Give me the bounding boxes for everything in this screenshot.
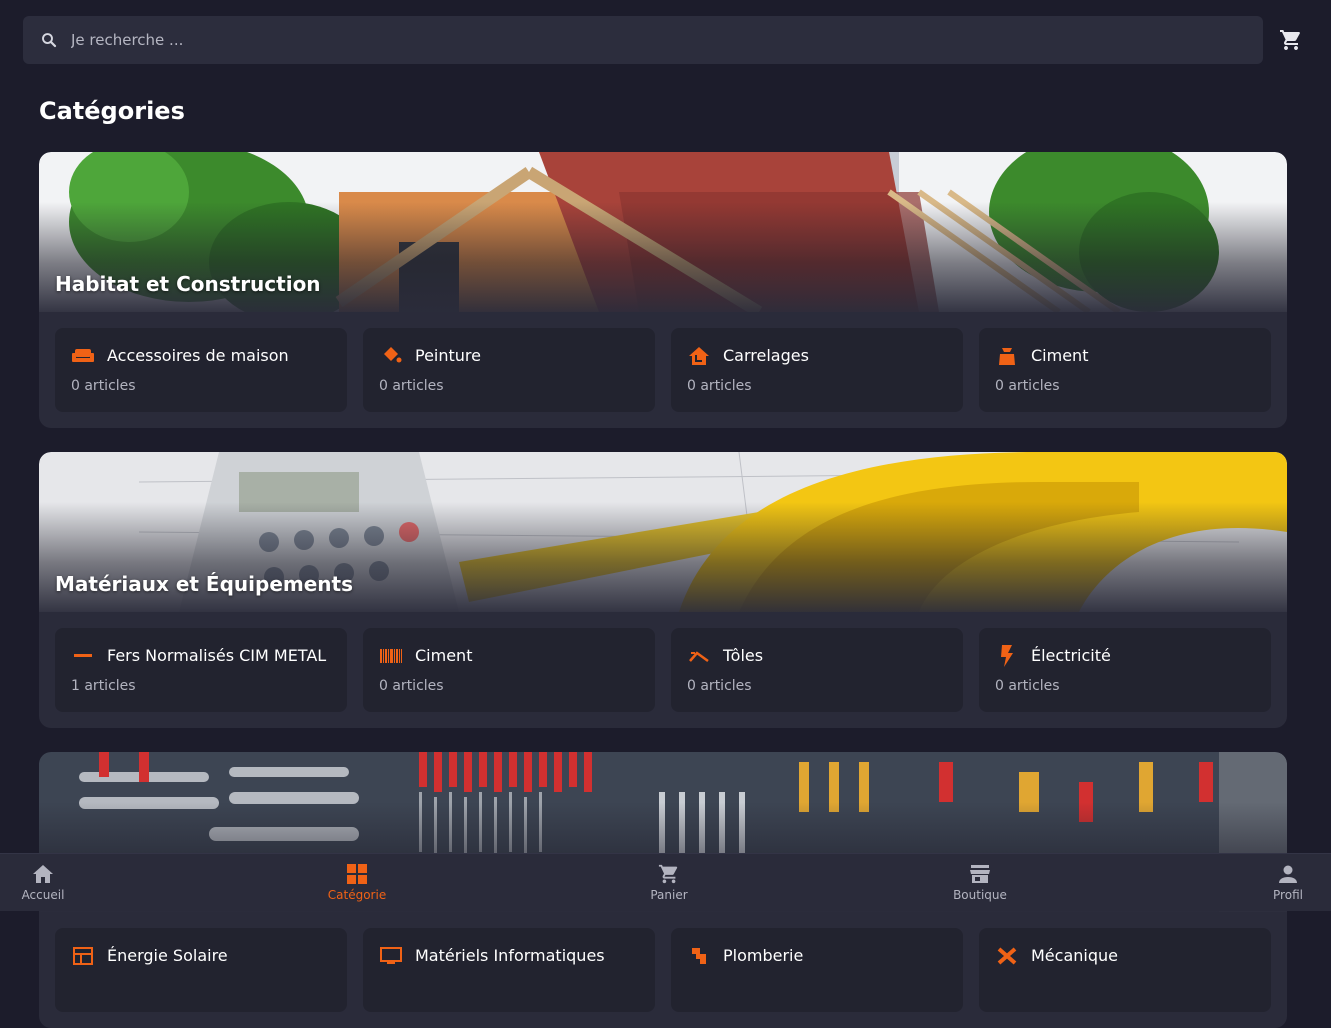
person-icon	[1276, 862, 1300, 886]
subcategory-name: Tôles	[723, 646, 764, 665]
home-icon	[31, 862, 55, 886]
subcategory-card[interactable]: Matériels Informatiques	[363, 928, 655, 1012]
category-section-habitat: Habitat et Construction Accessoires de m…	[39, 152, 1287, 428]
solar-panel-icon	[71, 946, 95, 966]
category-title: Habitat et Construction	[55, 272, 321, 296]
barcode-icon	[379, 646, 403, 666]
bottom-nav: Accueil Catégorie Panier Boutique Profil	[0, 853, 1331, 911]
sofa-icon	[71, 346, 95, 366]
grid-icon	[345, 862, 369, 886]
subcategory-name: Accessoires de maison	[107, 346, 289, 365]
subcategory-list: Accessoires de maison 0 articles Peintur…	[55, 328, 1271, 412]
subcategory-count: 0 articles	[379, 378, 444, 394]
subcategory-count: 0 articles	[71, 378, 136, 394]
category-section-materiaux: Matériaux et Équipements Fers Normalisés…	[39, 452, 1287, 728]
roof-icon	[687, 646, 711, 666]
wrench-icon	[995, 946, 1019, 966]
category-title: Matériaux et Équipements	[55, 572, 353, 596]
nav-label: Accueil	[21, 888, 65, 902]
subcategory-name: Ciment	[1031, 346, 1089, 365]
subcategory-card[interactable]: Fers Normalisés CIM METAL 1 articles	[55, 628, 347, 712]
cart-icon	[657, 862, 681, 886]
nav-item-accueil[interactable]: Accueil	[0, 862, 88, 906]
subcategory-count: 0 articles	[995, 378, 1060, 394]
subcategory-card[interactable]: Ciment 0 articles	[363, 628, 655, 712]
subcategory-name: Ciment	[415, 646, 473, 665]
subcategory-card[interactable]: Plomberie	[671, 928, 963, 1012]
nav-label: Boutique	[953, 888, 1007, 902]
dash-icon	[71, 646, 95, 666]
subcategory-list: Fers Normalisés CIM METAL 1 articles Cim…	[55, 628, 1271, 712]
subcategory-count: 0 articles	[687, 678, 752, 694]
monitor-icon	[379, 946, 403, 966]
nav-item-panier[interactable]: Panier	[624, 862, 714, 906]
subcategory-count: 0 articles	[995, 678, 1060, 694]
nav-label: Profil	[1273, 888, 1303, 902]
store-icon	[968, 862, 992, 886]
nav-label: Panier	[650, 888, 688, 902]
subcategory-name: Fers Normalisés CIM METAL	[107, 646, 327, 665]
cart-icon[interactable]	[1278, 27, 1304, 53]
category-banner[interactable]: Habitat et Construction	[39, 152, 1287, 312]
paint-bucket-icon	[379, 346, 403, 366]
subcategory-card[interactable]: Peinture 0 articles	[363, 328, 655, 412]
subcategory-card[interactable]: Électricité 0 articles	[979, 628, 1271, 712]
subcategory-card[interactable]: Mécanique	[979, 928, 1271, 1012]
search-input[interactable]	[71, 16, 1263, 64]
search-bar[interactable]	[23, 16, 1263, 64]
subcategory-card[interactable]: Carrelages 0 articles	[671, 328, 963, 412]
nav-item-profil[interactable]: Profil	[1243, 862, 1331, 906]
nav-item-categorie[interactable]: Catégorie	[312, 862, 402, 906]
subcategory-name: Matériels Informatiques	[415, 946, 605, 965]
subcategory-name: Peinture	[415, 346, 481, 365]
subcategory-name: Électricité	[1031, 646, 1111, 665]
house-tile-icon	[687, 346, 711, 366]
category-banner[interactable]: Matériaux et Équipements	[39, 452, 1287, 612]
subcategory-count: 1 articles	[71, 678, 136, 694]
subcategory-card[interactable]: Tôles 0 articles	[671, 628, 963, 712]
nav-item-boutique[interactable]: Boutique	[935, 862, 1025, 906]
subcategory-card[interactable]: Énergie Solaire	[55, 928, 347, 1012]
subcategory-card[interactable]: Accessoires de maison 0 articles	[55, 328, 347, 412]
page-title: Catégories	[39, 97, 185, 125]
subcategory-list: Énergie Solaire Matériels Informatiques …	[55, 928, 1271, 1012]
top-bar	[0, 0, 1331, 80]
subcategory-name: Énergie Solaire	[107, 946, 228, 965]
lightning-icon	[995, 645, 1019, 667]
subcategory-name: Carrelages	[723, 346, 809, 365]
pipe-icon	[687, 946, 711, 966]
nav-label: Catégorie	[327, 888, 387, 902]
subcategory-card[interactable]: Ciment 0 articles	[979, 328, 1271, 412]
search-icon	[39, 30, 59, 50]
subcategory-name: Mécanique	[1031, 946, 1118, 965]
cement-bag-icon	[995, 346, 1019, 366]
subcategory-count: 0 articles	[687, 378, 752, 394]
subcategory-count: 0 articles	[379, 678, 444, 694]
subcategory-name: Plomberie	[723, 946, 804, 965]
